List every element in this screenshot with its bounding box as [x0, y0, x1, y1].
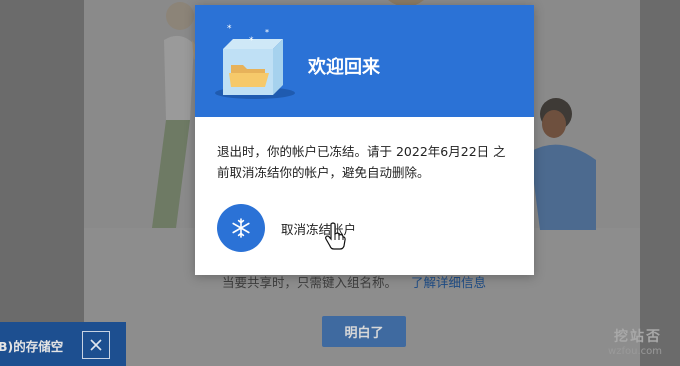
- storage-notice-text: B)的存储空: [0, 339, 64, 354]
- svg-text:*: *: [249, 36, 254, 46]
- frozen-folder-icon: * * *: [215, 24, 295, 99]
- hand-cursor-icon: [325, 222, 346, 250]
- snowflake-icon: [232, 218, 250, 238]
- storage-notice-banner: B)的存储空: [0, 322, 126, 366]
- watermark: 挖站否 wzfou.com: [608, 326, 662, 357]
- watermark-en: wzfou.com: [608, 346, 662, 357]
- person-illustration-left: [152, 2, 200, 228]
- storage-notice-close-button[interactable]: [82, 331, 110, 359]
- dialog-header: * * * 欢迎回来: [195, 5, 534, 117]
- welcome-back-dialog: * * * 欢迎回来 退出时，你的帐户已冻结。请于 2022年6月22日 之前取…: [195, 5, 534, 275]
- svg-text:*: *: [265, 28, 269, 37]
- got-it-button[interactable]: 明白了: [322, 316, 406, 347]
- unfreeze-icon-circle[interactable]: [217, 204, 265, 252]
- close-icon: [90, 339, 102, 351]
- dialog-message: 退出时，你的帐户已冻结。请于 2022年6月22日 之前取消冻结你的帐户，避免自…: [217, 144, 506, 180]
- learn-more-link[interactable]: 了解详细信息: [411, 275, 486, 290]
- watermark-cn: 挖站否: [614, 329, 662, 345]
- svg-text:*: *: [227, 24, 232, 34]
- share-hint-text: 当要共享时，只需键入组名称。: [222, 275, 398, 290]
- dialog-title: 欢迎回来: [308, 57, 380, 78]
